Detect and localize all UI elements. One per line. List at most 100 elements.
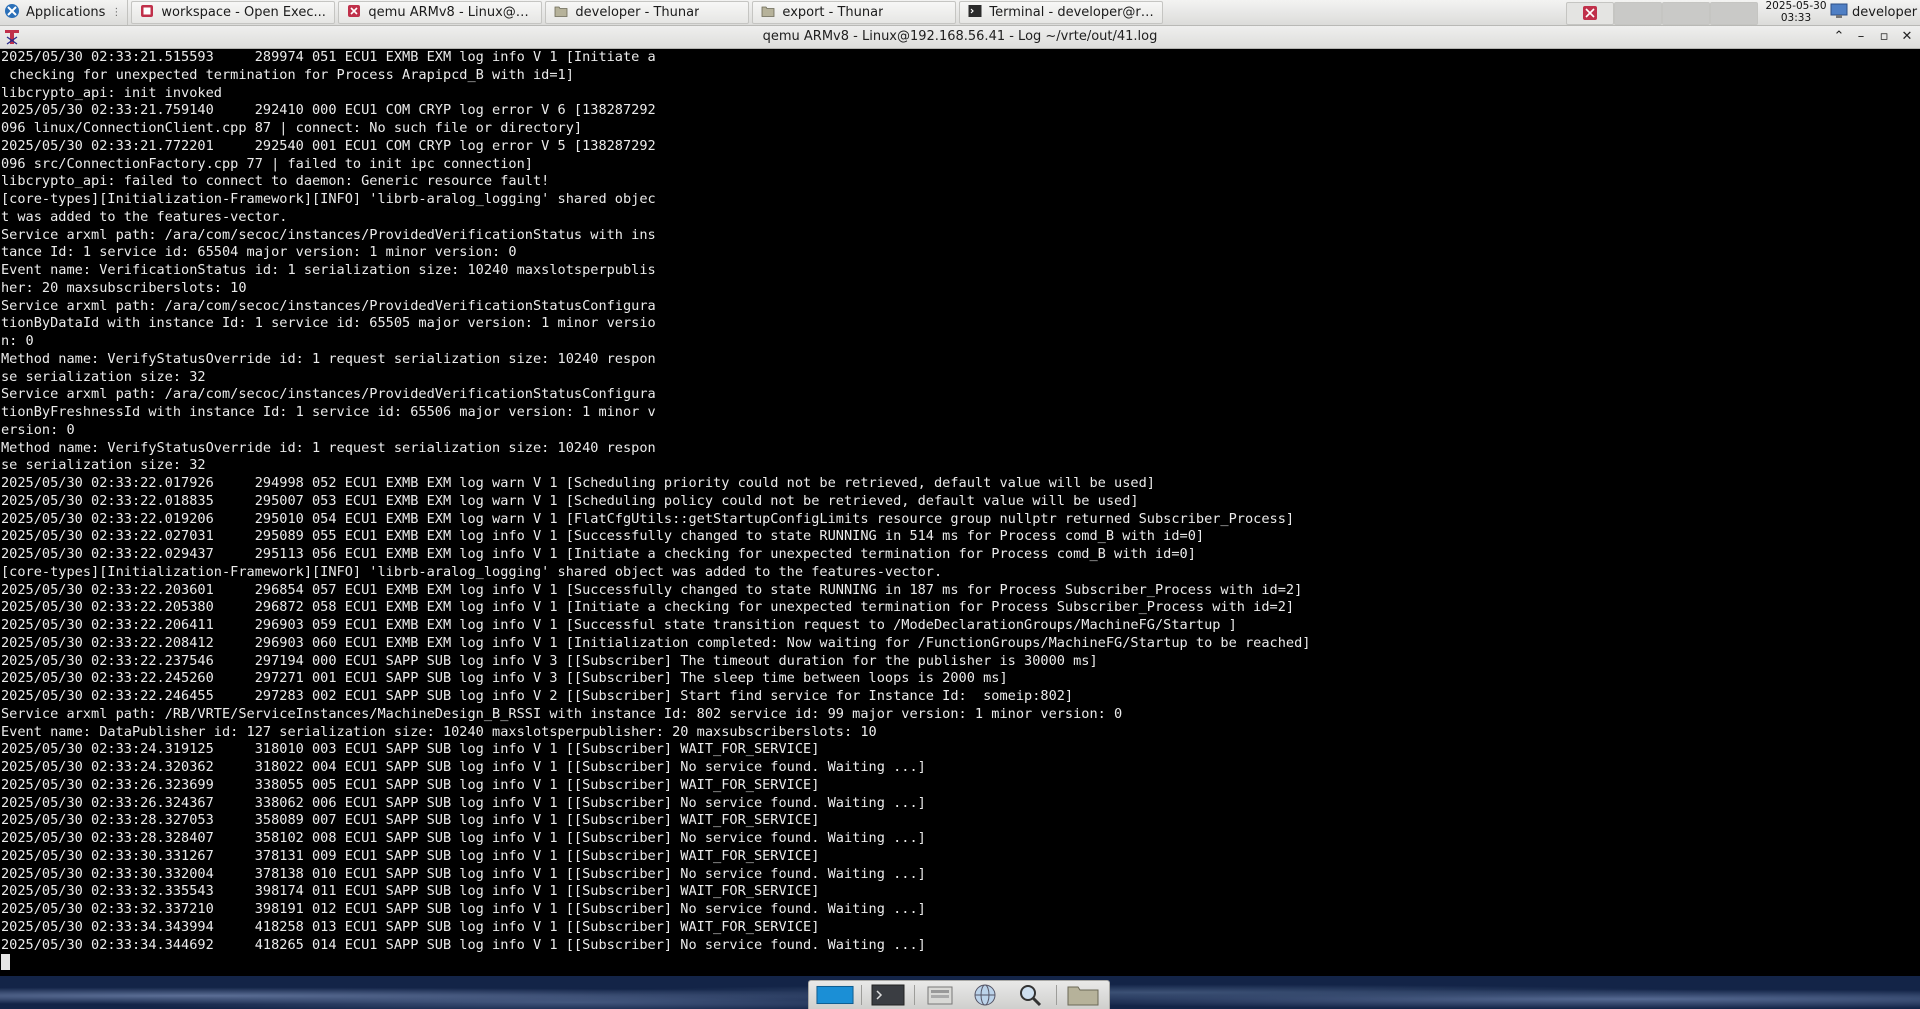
log-line: tionByFreshnessId with instance Id: 1 se… <box>1 404 656 420</box>
bottom-dock <box>808 980 1110 1009</box>
taskbar-item-terminal[interactable]: Terminal - developer@rt... <box>959 1 1164 24</box>
log-line: 096 linux/ConnectionClient.cpp 87 | conn… <box>1 120 583 136</box>
window-shade-button[interactable]: ⌃ <box>1830 28 1848 46</box>
log-line: Method name: VerifyStatusOverride id: 1 … <box>1 350 656 367</box>
dock-separator <box>861 985 863 1005</box>
log-line: 2025/05/30 02:33:22.027031 295089 055 EC… <box>1 528 1205 545</box>
log-line: 2025/05/30 02:33:22.206411 296903 059 EC… <box>1 617 1237 633</box>
top-panel: Applications ⋮ workspace - Open Exec... … <box>0 0 1920 26</box>
workspace-switcher-1[interactable] <box>1614 2 1662 25</box>
folder-icon[interactable] <box>1064 983 1102 1007</box>
log-line: 2025/05/30 02:33:28.328407 358102 008 EC… <box>1 830 926 846</box>
taskbar-label: qemu ARMv8 - Linux@1... <box>368 5 534 20</box>
taskbar-label: developer - Thunar <box>575 5 700 20</box>
log-line: 2025/05/30 02:33:22.018835 295007 053 EC… <box>1 492 1139 509</box>
log-line: 2025/05/30 02:33:22.203601 296854 057 EC… <box>1 581 1303 598</box>
log-line: 2025/05/30 02:33:34.344692 418265 014 EC… <box>1 936 926 953</box>
log-line: her: 20 maxsubscriberslots: 10 <box>1 279 247 296</box>
taskbar-item-qemu[interactable]: qemu ARMv8 - Linux@1... <box>338 1 543 24</box>
log-line: 2025/05/30 02:33:28.327053 358089 007 EC… <box>1 812 820 829</box>
minimize-button[interactable]: – <box>1852 28 1870 46</box>
applications-label: Applications <box>26 5 106 20</box>
log-line: [core-types][Initialization-Framework][I… <box>1 563 943 580</box>
log-line: 2025/05/30 02:33:21.772201 292540 001 EC… <box>1 137 656 154</box>
computer-icon <box>1830 3 1848 23</box>
clock-time: 03:33 <box>1780 11 1812 24</box>
app-icon <box>140 4 154 22</box>
dock-separator <box>913 985 915 1005</box>
xfce-logo-icon <box>4 3 20 23</box>
folder-icon <box>554 5 568 21</box>
log-line: [core-types][Initialization-Framework][I… <box>1 191 656 207</box>
log-line: checking for unexpected termination for … <box>9 66 574 83</box>
log-line: 2025/05/30 02:33:30.332004 378138 010 EC… <box>1 865 926 882</box>
log-line: libcrypto_api: failed to connect to daem… <box>1 173 550 190</box>
taskbar-label: export - Thunar <box>782 5 884 20</box>
dock-separator <box>1055 985 1057 1005</box>
log-line: se serialization size: 32 <box>1 368 206 385</box>
close-button[interactable]: ✕ <box>1898 28 1916 46</box>
log-line: tionByDataId with instance Id: 1 service… <box>1 315 656 332</box>
log-line: 2025/05/30 02:33:26.324367 338062 006 EC… <box>1 794 926 811</box>
workspace-switcher-3[interactable] <box>1710 2 1758 25</box>
log-line: 2025/05/30 02:33:21.515593 289974 051 EC… <box>1 49 656 65</box>
terminal-icon[interactable] <box>869 983 907 1007</box>
log-line: ersion: 0 <box>1 421 75 438</box>
terminal-app-icon <box>347 4 361 22</box>
log-line: Event name: DataPublisher id: 127 serial… <box>1 723 877 740</box>
log-line: 2025/05/30 02:33:22.205380 296872 058 EC… <box>1 599 1295 616</box>
taskbar-item-workspace[interactable]: workspace - Open Exec... <box>131 1 336 24</box>
file-manager-icon[interactable] <box>921 983 959 1007</box>
applications-menu-button[interactable]: Applications ⋮ <box>0 0 129 25</box>
log-line: tance Id: 1 service id: 65504 major vers… <box>1 244 517 261</box>
window-title: qemu ARMv8 - Linux@192.168.56.41 - Log ~… <box>762 29 1158 44</box>
taskbar-item-export-thunar[interactable]: export - Thunar <box>752 1 957 24</box>
taskbar-label: Terminal - developer@rt... <box>989 5 1155 20</box>
log-line: Event name: VerificationStatus id: 1 ser… <box>1 262 656 278</box>
menu-grip-icon: ⋮ <box>111 7 122 18</box>
show-desktop-icon[interactable] <box>816 983 854 1007</box>
terminal-view[interactable]: 2025/05/30 02:33:21.515593 289974 051 EC… <box>0 49 1920 976</box>
log-line: Service arxml path: /ara/com/secoc/insta… <box>1 297 656 314</box>
taskbar-label: workspace - Open Exec... <box>161 5 326 20</box>
tray-app-icon[interactable] <box>1566 2 1614 25</box>
log-line: 2025/05/30 02:33:22.245260 297271 001 EC… <box>1 670 1008 687</box>
log-line: 2025/05/30 02:33:22.246455 297283 002 EC… <box>1 688 1074 704</box>
user-label: developer <box>1852 5 1918 20</box>
log-line: n: 0 <box>1 333 34 349</box>
log-line: 2025/05/30 02:33:22.208412 296903 060 EC… <box>1 634 1311 651</box>
log-line: 2025/05/30 02:33:22.029437 295113 056 EC… <box>1 546 1196 562</box>
log-line: 2025/05/30 02:33:22.019206 295010 054 EC… <box>1 510 1295 527</box>
log-line: 2025/05/30 02:33:30.331267 378131 009 EC… <box>1 847 820 864</box>
log-line: 2025/05/30 02:33:34.343994 418258 013 EC… <box>1 918 820 935</box>
log-line: 2025/05/30 02:33:32.335543 398174 011 EC… <box>1 883 820 900</box>
log-line: 2025/05/30 02:33:24.319125 318010 003 EC… <box>1 741 820 758</box>
folder-icon <box>761 5 775 21</box>
terminal-icon <box>968 4 982 22</box>
search-icon[interactable] <box>1011 983 1049 1007</box>
text-cursor <box>1 954 10 971</box>
workspace-switcher-2[interactable] <box>1662 2 1710 25</box>
log-line: Service arxml path: /ara/com/secoc/insta… <box>1 226 656 243</box>
log-line: 2025/05/30 02:33:22.017926 294998 052 EC… <box>1 475 1155 491</box>
log-line: 096 src/ConnectionFactory.cpp 77 | faile… <box>1 155 533 172</box>
log-line: 2025/05/30 02:33:22.237546 297194 000 EC… <box>1 652 1098 669</box>
log-line: t was added to the features-vector. <box>1 208 288 225</box>
window-titlebar[interactable]: qemu ARMv8 - Linux@192.168.56.41 - Log ~… <box>0 26 1920 49</box>
log-line: se serialization size: 32 <box>1 457 206 474</box>
user-menu[interactable]: developer <box>1830 0 1917 25</box>
log-output: 2025/05/30 02:33:21.515593 289974 051 EC… <box>0 49 1920 973</box>
log-line: libcrypto_api: init invoked <box>1 84 222 101</box>
log-line: 2025/05/30 02:33:24.320362 318022 004 EC… <box>1 759 926 775</box>
log-line: 2025/05/30 02:33:32.337210 398191 012 EC… <box>1 901 926 917</box>
panel-clock[interactable]: 2025-05-30 03:33 <box>1760 0 1832 26</box>
log-line: 2025/05/30 02:33:26.323699 338055 005 EC… <box>1 776 820 793</box>
log-line: Method name: VerifyStatusOverride id: 1 … <box>1 439 656 456</box>
log-line: Service arxml path: /ara/com/secoc/insta… <box>1 386 656 403</box>
log-line: 2025/05/30 02:33:21.759140 292410 000 EC… <box>1 102 656 119</box>
web-browser-icon[interactable] <box>966 983 1004 1007</box>
maximize-button[interactable]: ▫ <box>1875 28 1893 46</box>
log-line: Service arxml path: /RB/VRTE/ServiceInst… <box>1 705 1123 722</box>
clock-date: 2025-05-30 <box>1765 0 1827 12</box>
taskbar-item-developer-thunar[interactable]: developer - Thunar <box>545 1 750 24</box>
